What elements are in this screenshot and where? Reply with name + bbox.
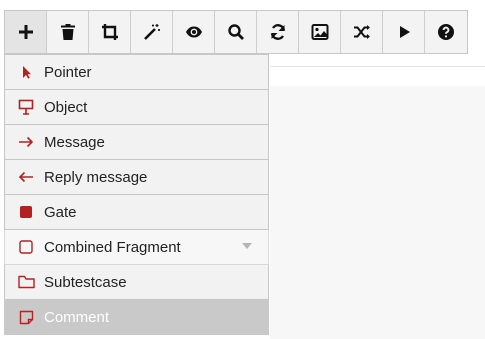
menu-item-message[interactable]: Message: [4, 125, 269, 160]
menu-item-label: Gate: [44, 203, 77, 221]
magic-button[interactable]: [131, 11, 173, 53]
menu-item-pointer[interactable]: Pointer: [4, 54, 269, 90]
menu-item-label: Object: [44, 98, 88, 116]
help-icon: [438, 24, 454, 40]
comment-icon: [17, 308, 35, 326]
menu-item-combined-fragment[interactable]: Combined Fragment: [4, 230, 269, 265]
crop-icon: [101, 24, 118, 40]
folder-icon: [17, 273, 35, 291]
menu-item-subtestcase[interactable]: Subtestcase: [4, 265, 269, 300]
object-icon: [17, 98, 35, 116]
image-icon: [311, 24, 328, 40]
menu-item-comment[interactable]: Comment: [4, 300, 269, 335]
pointer-icon: [17, 63, 35, 81]
arrow-right-icon: [17, 133, 35, 151]
image-button[interactable]: [299, 11, 341, 53]
menu-item-reply-message[interactable]: Reply message: [4, 160, 269, 195]
menu-item-object[interactable]: Object: [4, 90, 269, 125]
trash-icon: [60, 24, 75, 40]
plus-icon: [18, 25, 33, 39]
gate-icon: [17, 203, 35, 221]
menu-item-label: Comment: [44, 308, 110, 326]
refresh-icon: [270, 24, 285, 40]
eye-icon: [185, 26, 202, 38]
arrow-left-icon: [17, 168, 35, 186]
refresh-button[interactable]: [257, 11, 299, 53]
shuffle-button[interactable]: [341, 11, 383, 53]
help-button[interactable]: [425, 11, 467, 53]
menu-item-gate[interactable]: Gate: [4, 195, 269, 230]
add-element-menu: Pointer Object Message Reply message Gat…: [4, 54, 269, 335]
combined-fragment-icon: [17, 238, 35, 256]
shuffle-icon: [353, 25, 370, 39]
play-icon: [399, 26, 410, 38]
menu-item-label: Reply message: [44, 168, 148, 186]
search-icon: [227, 24, 244, 40]
search-button[interactable]: [215, 11, 257, 53]
diagram-canvas[interactable]: [270, 86, 485, 339]
view-button[interactable]: [173, 11, 215, 53]
menu-item-label: Pointer: [44, 63, 92, 81]
canvas-divider: [270, 66, 485, 67]
delete-button[interactable]: [47, 11, 89, 53]
chevron-down-icon[interactable]: [242, 243, 252, 249]
main-toolbar: [4, 10, 468, 54]
play-button[interactable]: [383, 11, 425, 53]
magic-wand-icon: [143, 24, 160, 40]
menu-item-label: Message: [44, 133, 105, 151]
menu-item-label: Subtestcase: [44, 273, 127, 291]
crop-button[interactable]: [89, 11, 131, 53]
menu-item-label: Combined Fragment: [44, 238, 181, 256]
add-button[interactable]: [5, 11, 47, 53]
